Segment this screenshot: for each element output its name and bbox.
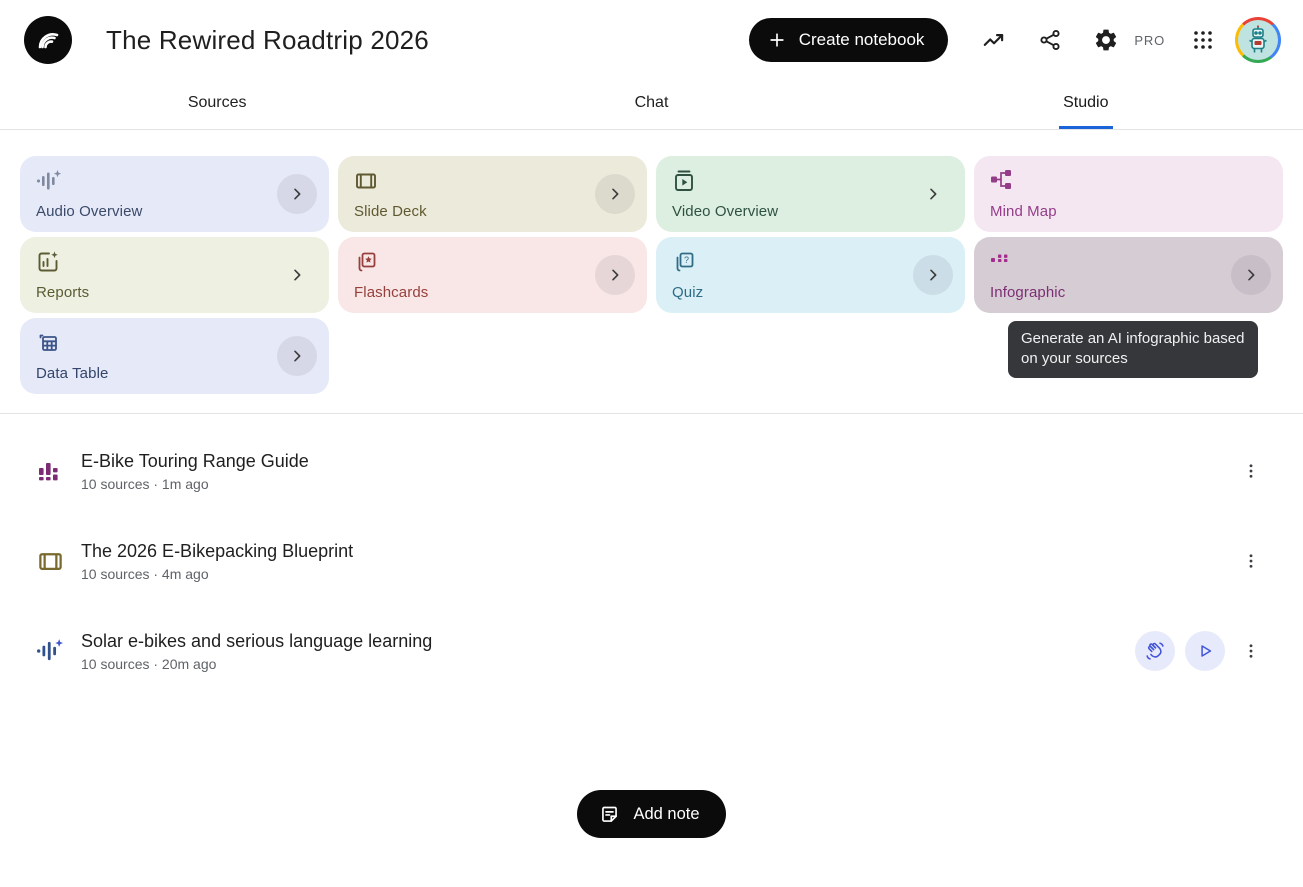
card-label: Reports xyxy=(36,284,313,301)
studio-card-infographic[interactable]: Infographic xyxy=(974,237,1283,313)
open-data-table-button[interactable] xyxy=(277,336,317,376)
notebook-title[interactable]: The Rewired Roadtrip 2026 xyxy=(106,25,429,56)
add-note-button[interactable]: Add note xyxy=(577,790,725,838)
analytics-trend-icon[interactable] xyxy=(970,16,1018,64)
artifact-meta: 10 sources · 20m ago xyxy=(81,656,1135,672)
card-label: Audio Overview xyxy=(36,203,313,220)
mind-map-icon xyxy=(990,169,1267,191)
interactive-mode-button[interactable] xyxy=(1135,631,1175,671)
infographic-bars-icon xyxy=(990,250,1267,264)
studio-card-audio-overview[interactable]: Audio Overview xyxy=(20,156,329,232)
tab-bar: Sources Chat Studio xyxy=(0,80,1303,130)
studio-card-flashcards[interactable]: Flashcards xyxy=(338,237,647,313)
artifact-list: E-Bike Touring Range Guide 10 sources · … xyxy=(0,426,1303,696)
studio-card-slide-deck[interactable]: Slide Deck xyxy=(338,156,647,232)
open-flashcards-button[interactable] xyxy=(595,255,635,295)
infographic-tooltip: Generate an AI infographic based on your… xyxy=(1008,321,1258,378)
create-notebook-label: Create notebook xyxy=(799,30,925,50)
list-item-infographic[interactable]: E-Bike Touring Range Guide 10 sources · … xyxy=(0,426,1303,516)
artifact-title: Solar e-bikes and serious language learn… xyxy=(81,631,1135,652)
flashcards-icon xyxy=(354,250,631,274)
audio-waveform-icon xyxy=(36,638,64,664)
artifact-text: Solar e-bikes and serious language learn… xyxy=(81,631,1135,672)
play-button[interactable] xyxy=(1185,631,1225,671)
settings-gear-icon[interactable] xyxy=(1082,16,1130,64)
card-label: Slide Deck xyxy=(354,203,631,220)
more-options-icon[interactable] xyxy=(1237,541,1265,581)
studio-card-quiz[interactable]: ? Quiz xyxy=(656,237,965,313)
studio-card-data-table[interactable]: Data Table xyxy=(20,318,329,394)
tab-sources[interactable]: Sources xyxy=(0,80,434,129)
list-item-slide-deck[interactable]: The 2026 E-Bikepacking Blueprint 10 sour… xyxy=(0,516,1303,606)
create-notebook-button[interactable]: Create notebook xyxy=(749,18,949,62)
artifact-title: E-Bike Touring Range Guide xyxy=(81,451,1237,472)
card-label: Infographic xyxy=(990,284,1267,301)
card-label: Video Overview xyxy=(672,203,949,220)
audio-waveform-icon xyxy=(36,169,313,193)
open-quiz-button[interactable] xyxy=(913,255,953,295)
open-slide-deck-button[interactable] xyxy=(595,174,635,214)
open-reports-button[interactable] xyxy=(277,255,317,295)
more-options-icon[interactable] xyxy=(1237,631,1265,671)
cards-list-divider xyxy=(0,413,1303,414)
tab-studio[interactable]: Studio xyxy=(869,80,1303,129)
quiz-cards-icon: ? xyxy=(672,250,949,274)
studio-card-video-overview[interactable]: Video Overview xyxy=(656,156,965,232)
slide-deck-icon xyxy=(354,169,631,193)
card-label: Quiz xyxy=(672,284,949,301)
data-table-icon xyxy=(36,331,313,355)
plus-icon xyxy=(767,30,787,50)
open-infographic-button[interactable] xyxy=(1231,255,1271,295)
artifact-title: The 2026 E-Bikepacking Blueprint xyxy=(81,541,1237,562)
tab-sources-label: Sources xyxy=(184,94,251,129)
video-overview-icon xyxy=(672,169,949,193)
share-icon[interactable] xyxy=(1026,16,1074,64)
pro-badge: PRO xyxy=(1134,33,1165,48)
audio-actions xyxy=(1135,631,1225,671)
reports-chart-icon xyxy=(36,250,313,274)
artifact-text: The 2026 E-Bikepacking Blueprint 10 sour… xyxy=(81,541,1237,582)
card-label: Flashcards xyxy=(354,284,631,301)
artifact-meta: 10 sources · 4m ago xyxy=(81,566,1237,582)
open-audio-overview-button[interactable] xyxy=(277,174,317,214)
header-actions: Create notebook PRO xyxy=(749,16,1281,64)
notebooklm-logo-icon[interactable] xyxy=(24,16,72,64)
artifact-text: E-Bike Touring Range Guide 10 sources · … xyxy=(81,451,1237,492)
card-label: Data Table xyxy=(36,365,313,382)
tab-chat-label: Chat xyxy=(631,94,673,129)
app-header: The Rewired Roadtrip 2026 Create noteboo… xyxy=(0,0,1303,80)
more-options-icon[interactable] xyxy=(1237,451,1265,491)
studio-card-mind-map[interactable]: Mind Map xyxy=(974,156,1283,232)
list-item-audio-overview[interactable]: Solar e-bikes and serious language learn… xyxy=(0,606,1303,696)
add-note-label: Add note xyxy=(633,805,699,824)
slide-deck-icon xyxy=(36,548,64,575)
avatar[interactable] xyxy=(1235,17,1281,63)
add-note-container: Add note xyxy=(0,790,1303,838)
artifact-meta: 10 sources · 1m ago xyxy=(81,476,1237,492)
open-video-overview-button[interactable] xyxy=(913,174,953,214)
notebooklm-studio-page: The Rewired Roadtrip 2026 Create noteboo… xyxy=(0,0,1303,887)
note-icon xyxy=(599,804,620,825)
apps-grid-icon[interactable] xyxy=(1179,16,1227,64)
avatar-robot-photo xyxy=(1238,20,1278,60)
svg-text:?: ? xyxy=(684,255,689,265)
card-label: Mind Map xyxy=(990,203,1267,220)
infographic-bars-icon xyxy=(36,458,64,484)
tab-chat[interactable]: Chat xyxy=(434,80,868,129)
studio-card-reports[interactable]: Reports xyxy=(20,237,329,313)
tab-studio-label: Studio xyxy=(1059,94,1112,129)
